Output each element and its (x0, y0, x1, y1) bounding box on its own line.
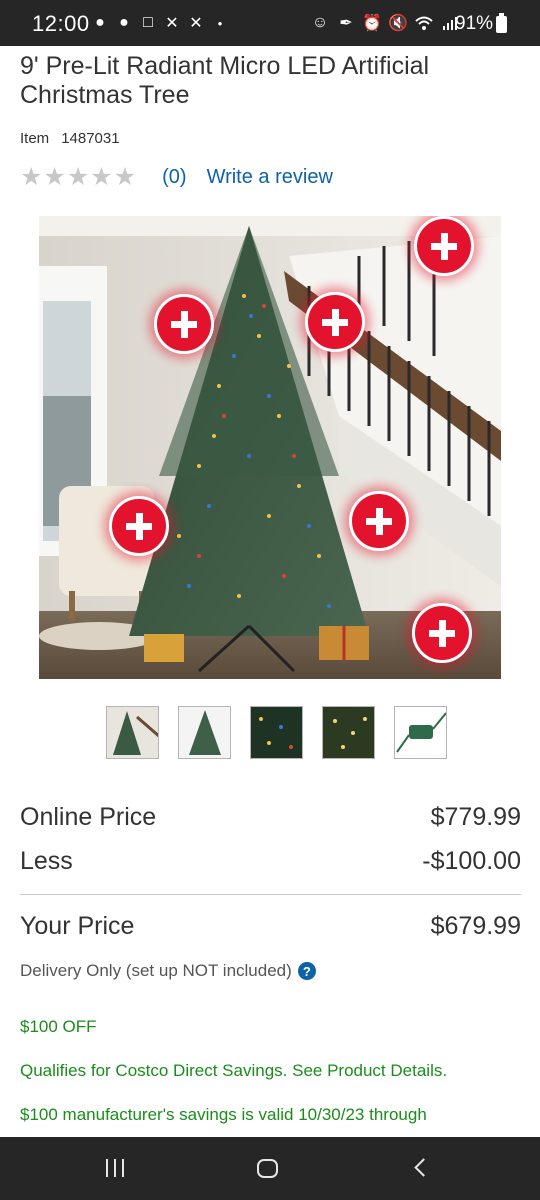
pen-icon: ✒ (339, 15, 353, 32)
hotspot-plus-button[interactable] (412, 603, 472, 663)
your-price-value: $679.99 (430, 912, 521, 940)
promo-qualifies-link[interactable]: Qualifies for Costco Direct Savings. See… (20, 1061, 447, 1081)
product-title: 9' Pre-Lit Radiant Micro LED Artificial … (20, 52, 430, 109)
x-icon: ✕ (189, 15, 203, 32)
system-nav-bar (0, 1137, 540, 1200)
item-number: 1487031 (61, 130, 120, 147)
battery-icon (496, 13, 507, 33)
face-icon: ☺ (311, 14, 329, 31)
hotspot-plus-button[interactable] (305, 292, 365, 352)
discount-row: Less -$100.00 (20, 847, 521, 876)
instagram-icon: □ (143, 14, 153, 31)
review-count-link[interactable]: (0) (162, 166, 186, 189)
your-price-label: Your Price (20, 912, 135, 940)
system-icons: ☺ ✒ ⏰ 🔇 (310, 13, 460, 33)
hotspot-plus-button[interactable] (154, 294, 214, 354)
help-icon[interactable]: ? (297, 962, 316, 980)
star-rating: ★ ★ ★ ★ ★ (20, 162, 137, 191)
star-icon: ★ (20, 162, 43, 191)
wifi-icon (414, 13, 434, 33)
star-icon: ★ (90, 162, 113, 191)
promo-off: $100 OFF (20, 1017, 97, 1036)
x-icon: ✕ (165, 15, 179, 32)
alarm-icon: ⏰ (362, 15, 382, 32)
discount-label: Less (20, 847, 73, 875)
mute-icon: 🔇 (388, 15, 408, 32)
star-icon: ★ (66, 162, 90, 191)
discount-value: -$100.00 (422, 847, 521, 875)
hotspot-plus-button[interactable] (349, 491, 409, 551)
lights-closeup-thumbnail[interactable] (250, 706, 303, 759)
product-hero-image[interactable] (39, 216, 501, 679)
warm-lights-thumbnail[interactable] (322, 706, 375, 759)
star-icon: ★ (43, 162, 66, 191)
home-icon[interactable] (257, 1159, 278, 1178)
tree-full-thumbnail[interactable] (178, 706, 231, 759)
item-label: Item (20, 130, 50, 147)
promo-valid-text: $100 manufacturer's savings is valid 10/… (20, 1105, 427, 1124)
thumbnail-strip (106, 706, 447, 759)
recents-icon[interactable] (106, 1159, 124, 1177)
status-bar: 12:00 ● ● □ ✕ ✕ ● ☺ ✒ ⏰ 🔇 91% (0, 0, 540, 46)
star-icon: ★ (113, 162, 137, 191)
delivery-text: Delivery Only (set up NOT included) (20, 961, 292, 980)
battery-percent: 91% (455, 13, 494, 34)
status-time: 12:00 (32, 11, 90, 36)
online-price-label: Online Price (20, 803, 157, 831)
price-divider (20, 894, 521, 895)
rating-row: ★ ★ ★ ★ ★ (0) Write a review (20, 163, 333, 191)
back-icon[interactable] (414, 1158, 433, 1177)
tree-stairs-thumbnail[interactable] (106, 706, 159, 759)
messenger-icon: ● (119, 14, 129, 31)
online-price-value: $779.99 (430, 803, 521, 831)
remote-control-thumbnail[interactable] (394, 706, 447, 759)
notification-icons: ● ● □ ✕ ✕ ● (90, 13, 230, 33)
hotspot-plus-button[interactable] (109, 496, 169, 556)
online-price-row: Online Price $779.99 (20, 803, 521, 832)
dot-icon: ● (217, 18, 223, 28)
hotspot-plus-button[interactable] (414, 216, 474, 276)
item-number-line: Item 1487031 (20, 130, 132, 147)
write-review-link[interactable]: Write a review (207, 166, 333, 189)
your-price-row: Your Price $679.99 (20, 912, 521, 941)
delivery-note: Delivery Only (set up NOT included) ? (20, 961, 316, 981)
messenger-icon: ● (95, 14, 105, 31)
